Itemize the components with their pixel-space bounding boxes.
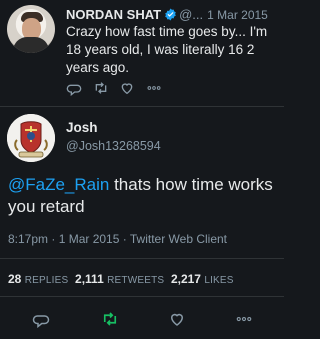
retweets-count[interactable]: 2,111: [75, 272, 104, 286]
reply-author-name[interactable]: Josh: [66, 120, 98, 135]
retweet-icon[interactable]: [93, 80, 111, 98]
author-handle[interactable]: @...: [179, 7, 203, 22]
likes-label: LIKES: [204, 275, 234, 286]
verified-icon: [164, 8, 177, 24]
reply-author-handle[interactable]: @Josh13268594: [66, 139, 161, 153]
like-icon[interactable]: [119, 80, 137, 98]
more-icon[interactable]: [146, 80, 164, 98]
reply-icon[interactable]: [32, 310, 52, 330]
original-tweet[interactable]: NORDAN SHAT @... 1 Mar 2015 Crazy how fast…: [0, 0, 284, 106]
reply-actions: [0, 310, 284, 332]
retweet-icon[interactable]: [101, 310, 121, 330]
avatar[interactable]: [7, 5, 55, 53]
divider: [0, 106, 284, 107]
tweet-actions: [66, 80, 186, 100]
like-icon[interactable]: [168, 310, 188, 330]
reply-date[interactable]: 1 Mar 2015: [59, 232, 120, 246]
avatar-shirt: [13, 37, 49, 53]
divider: [0, 258, 284, 259]
meta-separator: ·: [119, 232, 130, 246]
retweets-label: RETWEETS: [107, 275, 165, 286]
tweet-header: NORDAN SHAT @... 1 Mar 2015: [66, 7, 281, 23]
author-name[interactable]: NORDAN SHAT: [66, 7, 161, 22]
tweet-text: Crazy how fast time goes by... I'm 18 ye…: [66, 24, 268, 75]
crest-icon: [7, 114, 55, 162]
reply-text: @FaZe_Rain thats how time works you reta…: [8, 174, 278, 218]
reply-meta: 8:17pm · 1 Mar 2015 · Twitter Web Client: [8, 232, 227, 246]
replies-count[interactable]: 28: [8, 272, 21, 286]
divider: [0, 296, 284, 297]
reply-icon[interactable]: [66, 80, 84, 98]
replies-label: REPLIES: [24, 275, 69, 286]
reply-time[interactable]: 8:17pm: [8, 232, 48, 246]
reply-avatar[interactable]: [7, 114, 55, 162]
meta-separator: ·: [48, 232, 59, 246]
reply-client[interactable]: Twitter Web Client: [130, 232, 227, 246]
more-icon[interactable]: [235, 310, 255, 330]
tweet-stats: 28 REPLIES 2,111 RETWEETS 2,217 LIKES: [8, 272, 234, 286]
likes-count[interactable]: 2,217: [171, 272, 201, 286]
mention-link[interactable]: @FaZe_Rain: [8, 175, 109, 194]
tweet-date[interactable]: 1 Mar 2015: [207, 8, 268, 22]
